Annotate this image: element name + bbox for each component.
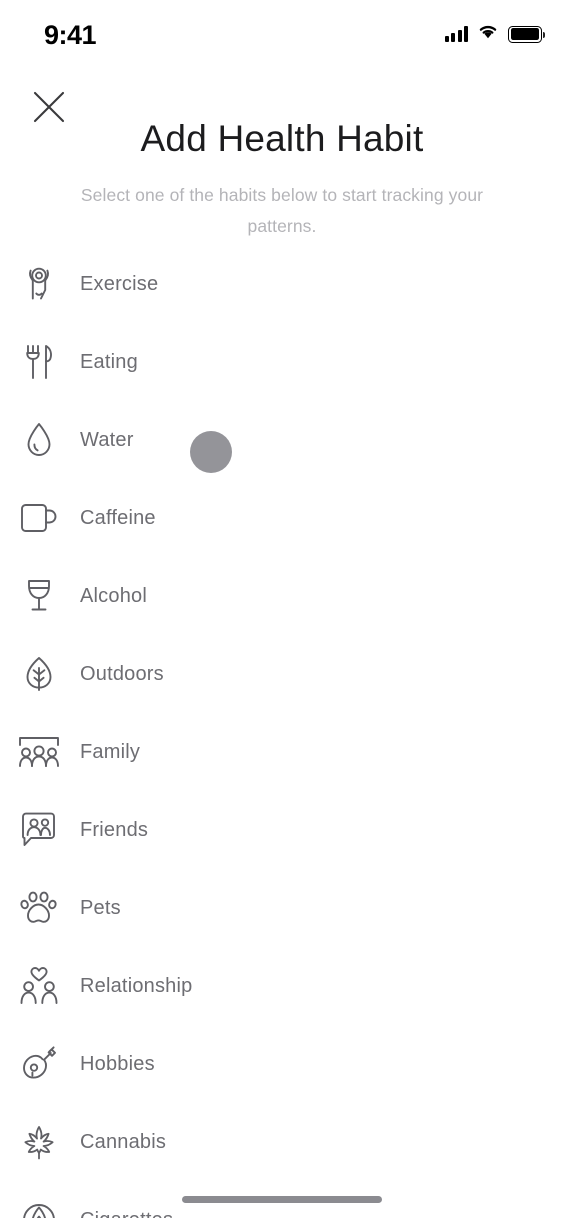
habit-item-friends[interactable]: Friends: [0, 791, 564, 869]
cellular-signal-icon: [444, 26, 468, 42]
habit-item-exercise[interactable]: Exercise: [0, 245, 564, 323]
habit-label: Cigarettes: [80, 1209, 173, 1218]
habit-item-water[interactable]: Water: [0, 401, 564, 479]
page-title: Add Health Habit: [140, 118, 424, 159]
habit-item-eating[interactable]: Eating: [0, 323, 564, 401]
couple-heart-icon: [16, 963, 62, 1009]
status-bar-icons: [444, 22, 546, 46]
habit-label: Outdoors: [80, 662, 164, 685]
status-bar: 9:41: [0, 0, 564, 62]
habit-item-pets[interactable]: Pets: [0, 869, 564, 947]
habit-label: Caffeine: [80, 506, 156, 529]
paw-print-icon: [16, 885, 62, 931]
habit-label: Eating: [80, 350, 138, 373]
leaf-icon: [16, 651, 62, 697]
habit-item-alcohol[interactable]: Alcohol: [0, 557, 564, 635]
coffee-mug-icon: [16, 495, 62, 541]
habit-item-outdoors[interactable]: Outdoors: [0, 635, 564, 713]
cannabis-leaf-icon: [16, 1119, 62, 1165]
habit-label: Alcohol: [80, 584, 147, 607]
habit-label: Water: [80, 428, 134, 451]
habit-label: Cannabis: [80, 1130, 167, 1153]
habit-label: Relationship: [80, 974, 193, 997]
habit-item-cannabis[interactable]: Cannabis: [0, 1103, 564, 1181]
water-drop-icon: [16, 417, 62, 463]
habit-item-caffeine[interactable]: Caffeine: [0, 479, 564, 557]
habit-label: Pets: [80, 896, 121, 919]
habit-item-relationship[interactable]: Relationship: [0, 947, 564, 1025]
flame-circle-icon: [16, 1197, 62, 1218]
guitar-icon: [16, 1041, 62, 1087]
status-bar-time: 9:41: [44, 20, 97, 50]
wifi-icon: [477, 23, 499, 45]
family-group-icon: [16, 729, 62, 775]
habit-label: Exercise: [80, 272, 159, 295]
habit-item-family[interactable]: Family: [0, 713, 564, 791]
page-subtitle: Select one of the habits below to start …: [80, 185, 484, 236]
habit-label: Family: [80, 740, 141, 763]
habit-label: Hobbies: [80, 1052, 155, 1075]
friends-chat-icon: [16, 807, 62, 853]
home-indicator[interactable]: [182, 1196, 382, 1203]
exercise-person-icon: [16, 261, 62, 307]
habit-list: Exercise Eating Water Caffeine Alcohol O…: [0, 245, 564, 1218]
wine-glass-icon: [16, 573, 62, 619]
battery-full-icon: [508, 25, 546, 43]
phone-screen: 9:41 Add Health Habit Select one of the …: [0, 0, 564, 1218]
fork-knife-icon: [16, 339, 62, 385]
habit-item-hobbies[interactable]: Hobbies: [0, 1025, 564, 1103]
habit-label: Friends: [80, 818, 149, 841]
